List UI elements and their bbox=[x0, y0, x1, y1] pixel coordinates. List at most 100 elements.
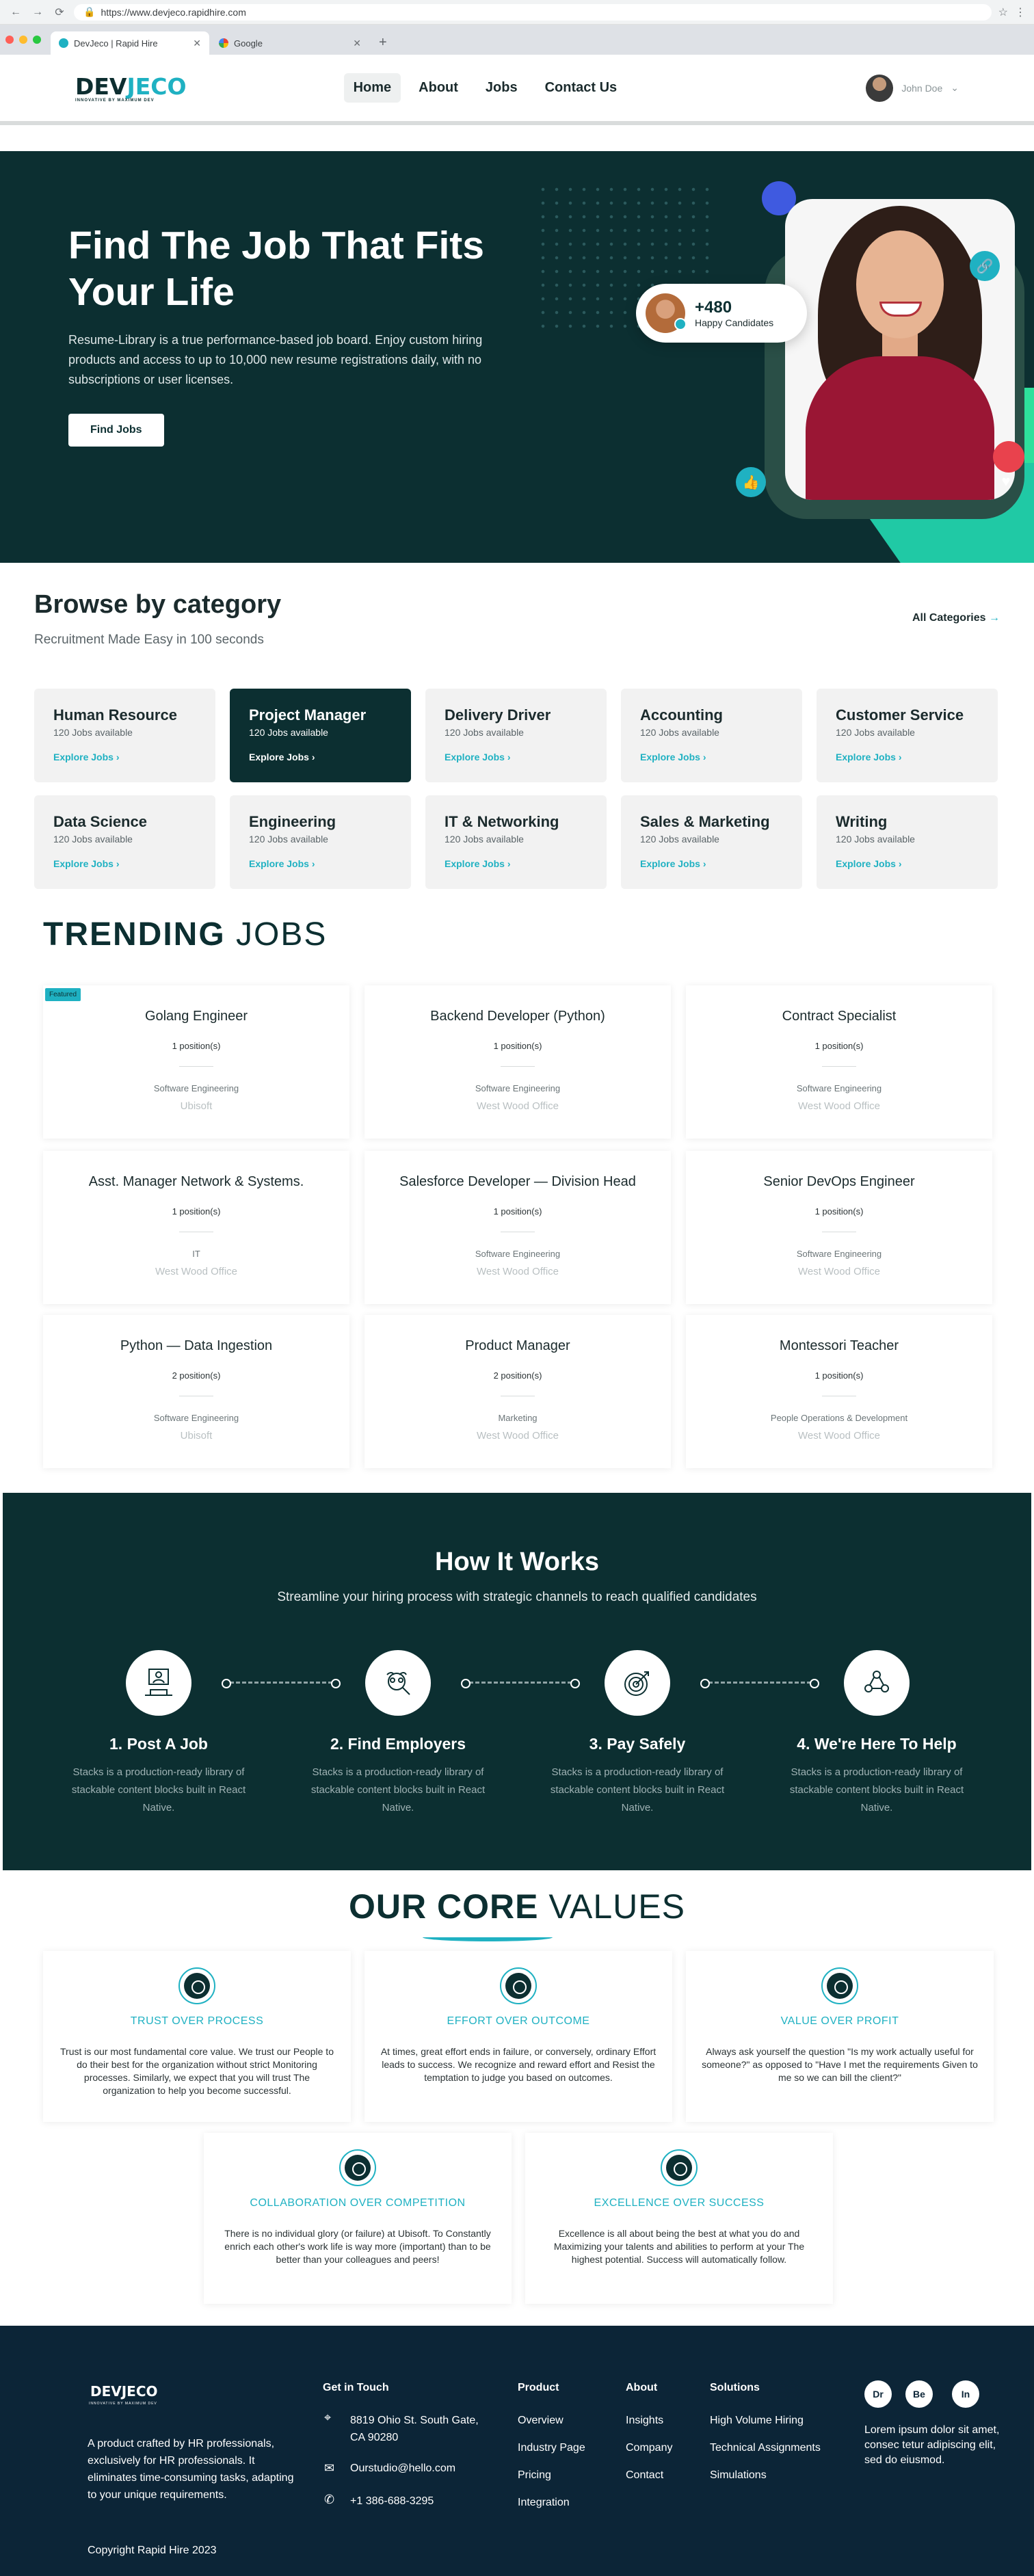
explore-jobs-link[interactable]: Explore Jobs › bbox=[640, 858, 783, 869]
job-positions: 1 position(s) bbox=[814, 1041, 864, 1051]
job-card[interactable]: Salesforce Developer — Division Head 1 po… bbox=[364, 1151, 671, 1304]
chevron-right-icon: › bbox=[898, 858, 902, 869]
behance-icon[interactable]: Be bbox=[905, 2380, 933, 2408]
footer-blurb: Lorem ipsum dolor sit amet, consec tetur… bbox=[864, 2424, 1000, 2466]
tab-devjeco[interactable]: DevJeco | Rapid Hire ✕ bbox=[51, 31, 209, 55]
browser-menu-icon[interactable]: ⋮ bbox=[1015, 5, 1026, 19]
nav-jobs[interactable]: Jobs bbox=[476, 73, 527, 103]
footer-about: A product crafted by HR professionals, e… bbox=[88, 2438, 294, 2501]
footer-link[interactable]: Industry Page bbox=[518, 2442, 585, 2454]
new-tab-icon[interactable]: + bbox=[371, 35, 395, 55]
support-icon bbox=[844, 1650, 910, 1716]
explore-jobs-link[interactable]: Explore Jobs › bbox=[249, 752, 392, 762]
explore-jobs-label: Explore Jobs bbox=[249, 858, 309, 869]
explore-jobs-link[interactable]: Explore Jobs › bbox=[53, 752, 196, 762]
footer-link[interactable]: Simulations bbox=[710, 2469, 767, 2482]
nav-contact[interactable]: Contact Us bbox=[535, 73, 627, 103]
job-card[interactable]: Contract Specialist 1 position(s) Software… bbox=[686, 985, 992, 1139]
back-icon[interactable]: ← bbox=[8, 6, 23, 18]
explore-jobs-label: Explore Jobs bbox=[53, 858, 114, 869]
job-department: Software Engineering bbox=[796, 1249, 882, 1259]
mail-icon: ✉ bbox=[324, 2461, 335, 2475]
explore-jobs-link[interactable]: Explore Jobs › bbox=[445, 752, 587, 762]
explore-jobs-link[interactable]: Explore Jobs › bbox=[53, 858, 196, 869]
category-card[interactable]: Sales & Marketing 120 Jobs available Explo… bbox=[621, 795, 802, 889]
find-jobs-button[interactable]: Find Jobs bbox=[68, 414, 164, 447]
value-title: EXCELLENCE OVER SUCCESS bbox=[594, 2197, 765, 2209]
footer-link[interactable]: Contact bbox=[626, 2469, 663, 2482]
job-office: West Wood Office bbox=[797, 1100, 881, 1112]
footer-phone[interactable]: +1 386-688-3295 bbox=[350, 2495, 434, 2508]
category-card[interactable]: Project Manager 120 Jobs available Explore… bbox=[230, 689, 411, 782]
footer-link[interactable]: Overview bbox=[518, 2415, 564, 2427]
arrow-right-icon: → bbox=[989, 612, 1000, 624]
reload-icon[interactable]: ⟳ bbox=[52, 5, 67, 19]
footer-link[interactable]: High Volume Hiring bbox=[710, 2415, 804, 2427]
hero-description: Resume-Library is a true performance-bas… bbox=[68, 333, 483, 386]
category-title: Project Manager bbox=[249, 706, 367, 723]
all-categories-label: All Categories bbox=[912, 612, 986, 624]
minimize-window-icon[interactable] bbox=[19, 36, 27, 44]
category-card[interactable]: Customer Service 120 Jobs available Explor… bbox=[817, 689, 998, 782]
category-count: 120 Jobs available bbox=[445, 834, 524, 845]
value-icon bbox=[178, 1967, 215, 2004]
link-icon: 🔗 bbox=[970, 251, 1000, 281]
category-count: 120 Jobs available bbox=[836, 727, 915, 738]
address-bar[interactable]: 🔒 https://www.devjeco.rapidhire.com bbox=[74, 3, 992, 21]
site-logo[interactable]: DEVJECO INNOVATIVE BY MAXIMUM DEV bbox=[75, 73, 187, 103]
footer-link[interactable]: Integration bbox=[518, 2497, 570, 2509]
footer-link[interactable]: Insights bbox=[626, 2415, 663, 2427]
chevron-right-icon: › bbox=[311, 752, 315, 762]
close-tab-icon[interactable]: ✕ bbox=[193, 38, 201, 49]
explore-jobs-link[interactable]: Explore Jobs › bbox=[249, 858, 392, 869]
category-card[interactable]: Engineering 120 Jobs available Explore Job… bbox=[230, 795, 411, 889]
forward-icon[interactable]: → bbox=[30, 6, 45, 18]
footer-link[interactable]: Pricing bbox=[518, 2469, 551, 2482]
thumbs-up-icon: 👍 bbox=[736, 467, 766, 497]
footer-link[interactable]: Company bbox=[626, 2442, 672, 2454]
user-menu[interactable]: John Doe ⌄ bbox=[866, 74, 959, 102]
footer-email[interactable]: Ourstudio@hello.com bbox=[350, 2462, 455, 2475]
heart-icon: ♥ bbox=[1001, 473, 1011, 490]
decorative-circle bbox=[993, 441, 1024, 473]
explore-jobs-link[interactable]: Explore Jobs › bbox=[836, 858, 979, 869]
category-card[interactable]: Writing 120 Jobs available Explore Jobs › bbox=[817, 795, 998, 889]
explore-jobs-link[interactable]: Explore Jobs › bbox=[445, 858, 587, 869]
nav-about[interactable]: About bbox=[409, 73, 468, 103]
explore-jobs-link[interactable]: Explore Jobs › bbox=[836, 752, 979, 762]
tab-google[interactable]: Google ✕ bbox=[211, 31, 369, 55]
category-title: IT & Networking bbox=[445, 813, 559, 830]
job-card[interactable]: Montessori Teacher 1 position(s) People Op… bbox=[686, 1315, 992, 1468]
window-controls bbox=[5, 36, 41, 44]
dribbble-icon[interactable]: Dr bbox=[864, 2380, 892, 2408]
category-card[interactable]: IT & Networking 120 Jobs available Explore… bbox=[425, 795, 607, 889]
job-card[interactable]: Asst. Manager Network & Systems. 1 positi… bbox=[43, 1151, 349, 1304]
job-title: Contract Specialist bbox=[782, 1009, 897, 1024]
value-title: VALUE OVER PROFIT bbox=[780, 2015, 899, 2027]
job-office: West Wood Office bbox=[476, 1100, 559, 1112]
footer-link[interactable]: Technical Assignments bbox=[710, 2442, 821, 2454]
job-card[interactable]: Senior DevOps Engineer 1 position(s) Softw… bbox=[686, 1151, 992, 1304]
category-card[interactable]: Delivery Driver 120 Jobs available Explore… bbox=[425, 689, 607, 782]
close-window-icon[interactable] bbox=[5, 36, 14, 44]
maximize-window-icon[interactable] bbox=[33, 36, 41, 44]
bookmark-star-icon[interactable]: ☆ bbox=[998, 5, 1008, 19]
category-title: Writing bbox=[836, 813, 888, 830]
job-card[interactable]: Product Manager 2 position(s) Marketing Wes… bbox=[364, 1315, 671, 1468]
category-card[interactable]: Data Science 120 Jobs available Explore Jo… bbox=[34, 795, 215, 889]
job-card[interactable]: Backend Developer (Python) 1 position(s) S… bbox=[364, 985, 671, 1139]
explore-jobs-link[interactable]: Explore Jobs › bbox=[640, 752, 783, 762]
all-categories-link[interactable]: All Categories → bbox=[912, 612, 1000, 624]
category-card[interactable]: Accounting 120 Jobs available Explore Jobs… bbox=[621, 689, 802, 782]
job-card[interactable]: Python — Data Ingestion 2 position(s) Soft… bbox=[43, 1315, 349, 1468]
category-card[interactable]: Human Resource 120 Jobs available Explore … bbox=[34, 689, 215, 782]
title-light: VALUES bbox=[548, 1887, 685, 1926]
close-tab-icon[interactable]: ✕ bbox=[353, 38, 361, 49]
job-office: West Wood Office bbox=[476, 1266, 559, 1277]
nav-home[interactable]: Home bbox=[343, 73, 401, 103]
job-title: Montessori Teacher bbox=[779, 1338, 899, 1353]
devjeco-favicon-icon bbox=[59, 38, 68, 48]
linkedin-icon[interactable]: In bbox=[952, 2380, 979, 2408]
footer-logo[interactable]: DEVJECO bbox=[90, 2383, 158, 2400]
job-card[interactable]: Golang Engineer 1 position(s) Software Eng… bbox=[43, 985, 349, 1139]
